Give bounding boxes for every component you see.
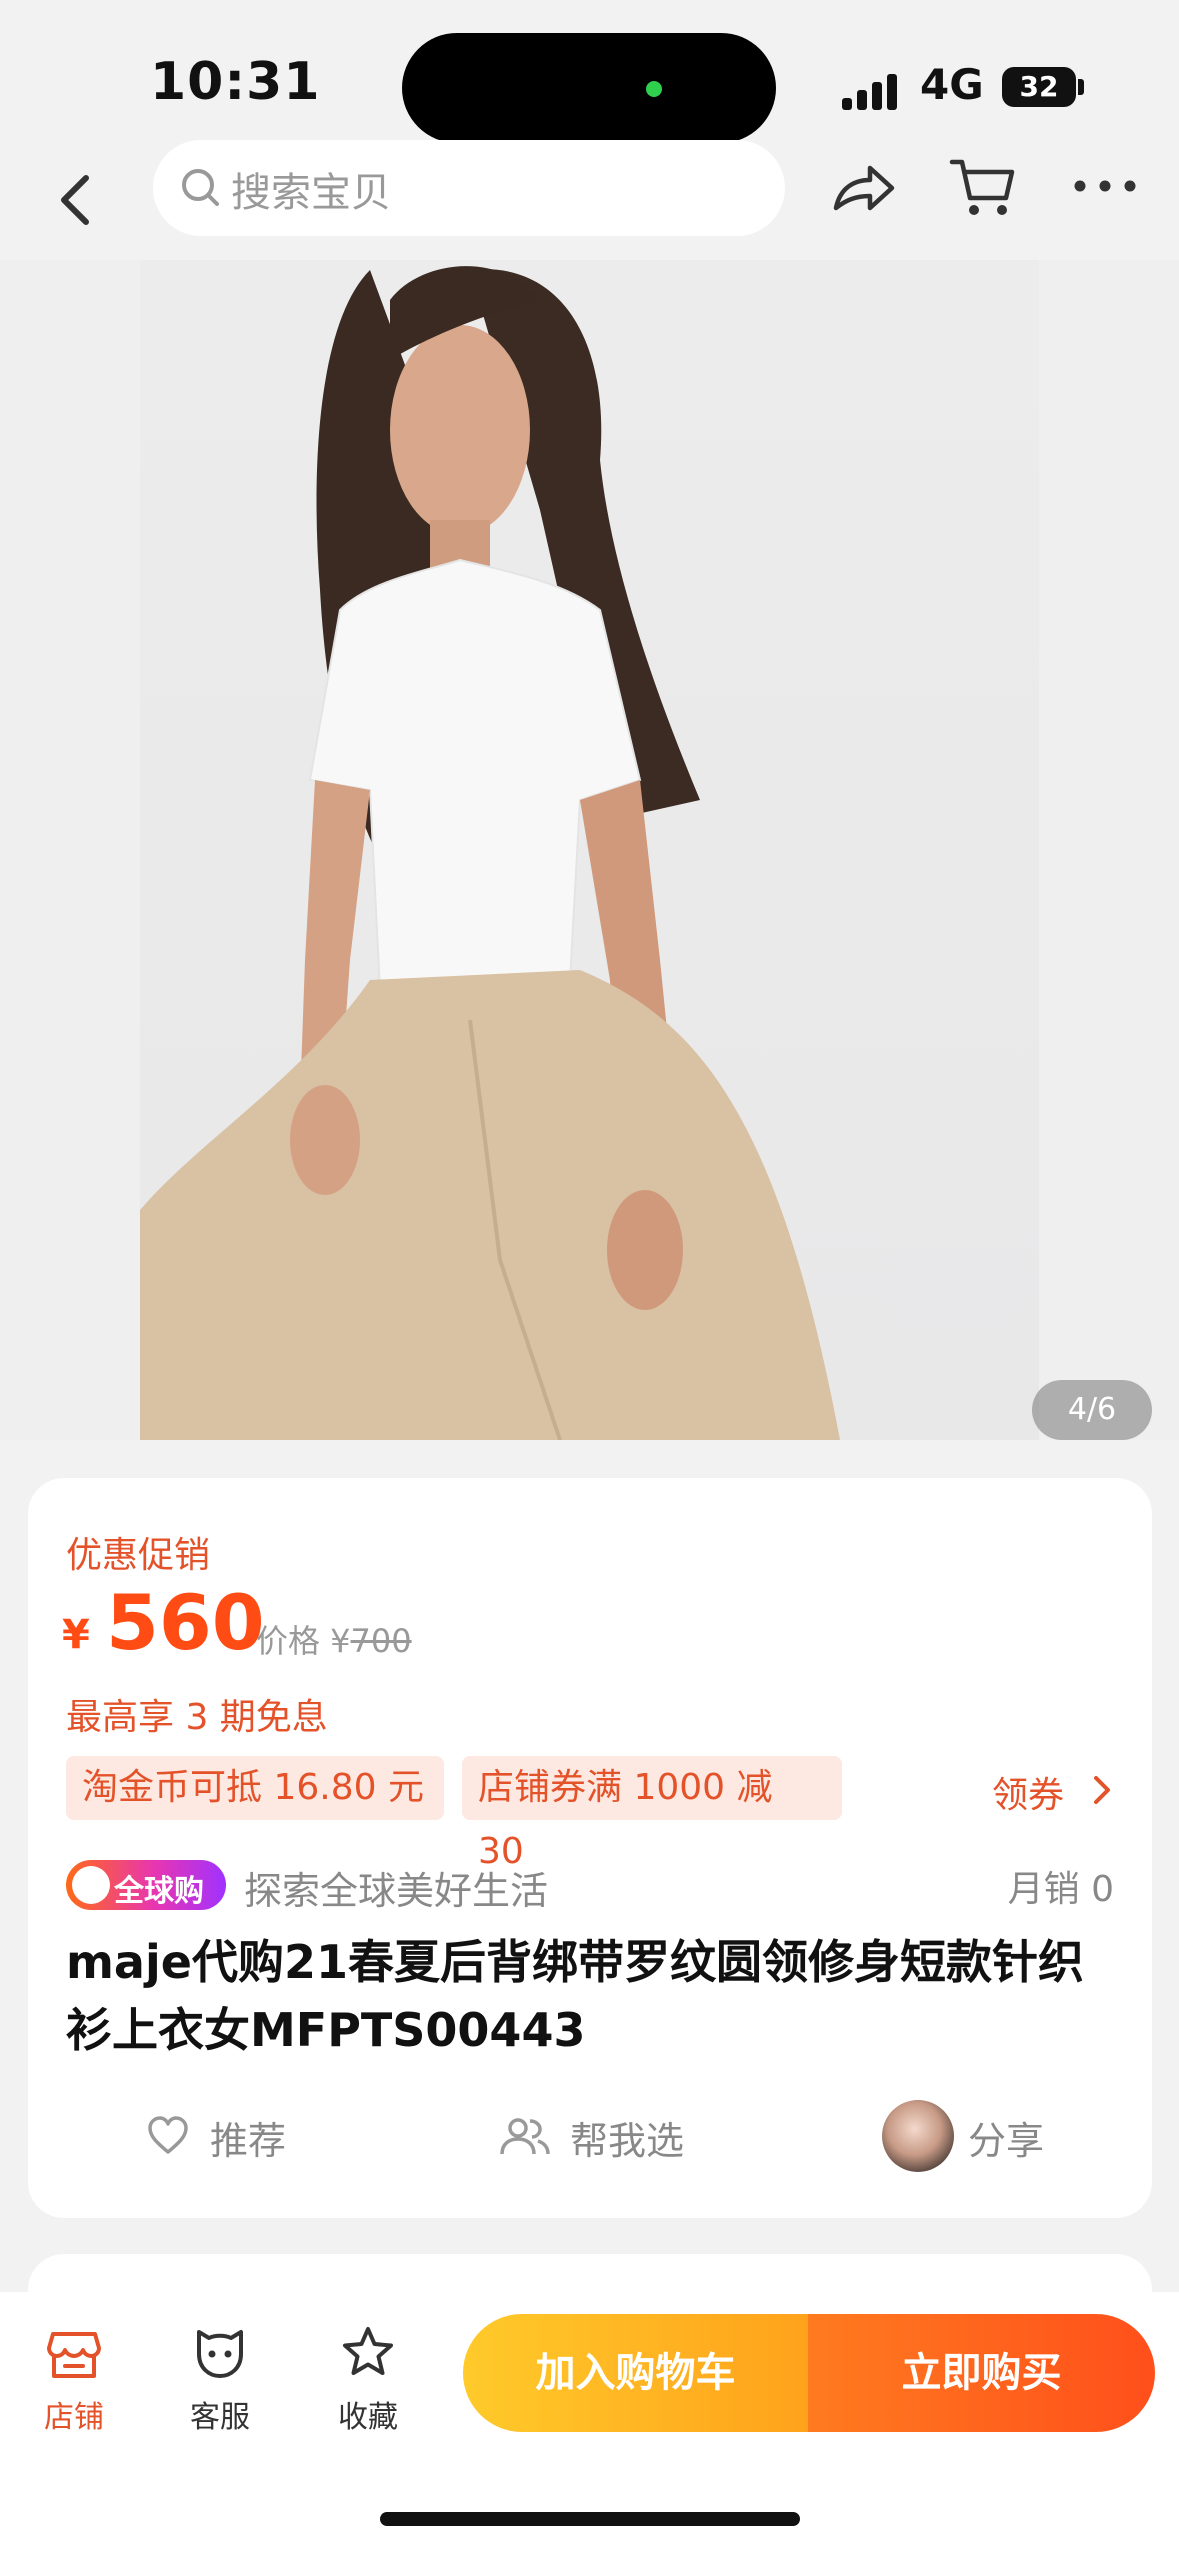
star-icon [343,2327,393,2375]
product-info-card: 优惠促销 ¥ 560 价格 ¥700 最高享 3 期免息 淘金币可抵 16.80… [28,1478,1152,2218]
original-price-row: 价格 ¥700 [256,1616,412,1662]
network-type: 4G [920,60,984,109]
signal-icon [842,70,902,110]
product-title: maje代购21春夏后背绑带罗纹圆领修身短款针织衫上衣女MFPTS00443 [66,1935,1084,2057]
dynamic-island [402,33,776,143]
price-currency: ¥ [62,1612,90,1658]
share-icon[interactable] [828,158,898,218]
promo-label: 优惠促销 [66,1535,211,1576]
tab-favorite[interactable]: 收藏 [318,2324,418,2436]
global-badge-label: 全球购 [114,1874,204,1909]
search-placeholder: 搜索宝贝 [231,170,391,216]
current-price: 560 [106,1578,265,1667]
image-counter: 4/6 [1032,1380,1152,1440]
heart-icon [148,2116,188,2154]
back-icon[interactable] [48,164,108,236]
get-coupon-link[interactable]: 领券 [992,1766,1064,1818]
recommend-label: 推荐 [210,2119,287,2163]
installment-info: 最高享 3 期免息 [66,1697,328,1738]
buy-now-button[interactable]: 立即购买 [808,2314,1155,2432]
model-illustration [140,266,840,1440]
search-icon [182,169,219,206]
product-detail-page: 10:31 4G 32 搜索宝贝 4/6 优惠促销 ¥ 560 价格 ¥700 … [0,0,1179,2556]
tab-store-label: 店铺 [44,2400,104,2435]
chevron-right-icon[interactable] [1090,1772,1114,1808]
add-to-cart-button[interactable]: 加入购物车 [463,2314,808,2432]
tab-service-label: 客服 [190,2400,250,2435]
tab-store[interactable]: 店铺 [24,2324,124,2436]
camera-indicator [646,81,662,97]
people-icon [500,2118,550,2155]
original-price: 700 [350,1622,412,1660]
more-icon[interactable] [1070,174,1140,198]
global-logo-icon [72,1866,110,1904]
battery-tip [1078,79,1084,95]
cart-icon[interactable] [948,154,1018,220]
store-coupon-tag[interactable]: 店铺券满 1000 减 30 [462,1756,842,1872]
monthly-sales: 月销 0 [1007,1869,1114,1910]
nav-bar: 搜索宝贝 [0,140,1179,260]
status-bar: 10:31 4G 32 [0,0,1179,143]
share-label: 分享 [968,2119,1045,2163]
search-input[interactable]: 搜索宝贝 [153,140,785,236]
home-indicator[interactable] [380,2512,800,2526]
avatar [882,2100,954,2172]
product-photo[interactable] [140,260,1039,1440]
global-shopping-badge: 全球购 [66,1860,226,1910]
store-icon [47,2332,101,2378]
original-price-label: 价格 ¥ [256,1622,351,1660]
global-slogan: 探索全球美好生活 [244,1869,549,1913]
coin-discount-tag[interactable]: 淘金币可抵 16.80 元 [66,1756,444,1820]
product-gallery[interactable]: 4/6 [0,260,1179,1440]
service-icon [197,2330,243,2378]
tab-favorite-label: 收藏 [338,2400,398,2435]
battery-icon: 32 [1002,67,1076,107]
purchase-buttons: 加入购物车 立即购买 [463,2314,1155,2432]
tab-service[interactable]: 客服 [170,2324,270,2436]
help-choose-label: 帮我选 [570,2119,685,2163]
status-time: 10:31 [150,52,321,112]
